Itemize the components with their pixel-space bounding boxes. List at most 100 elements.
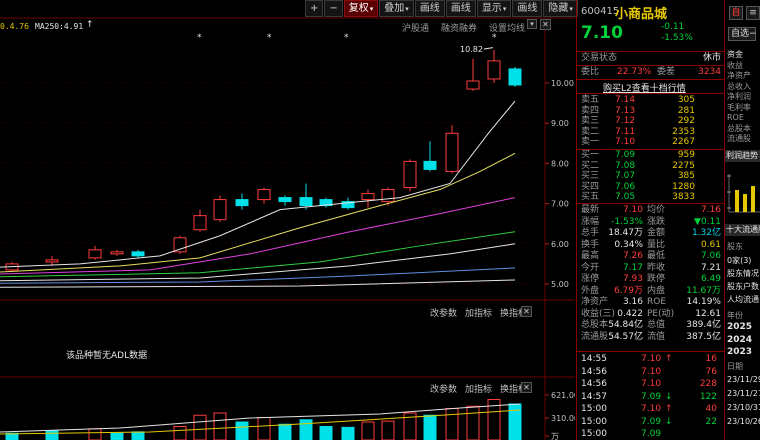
order-level-label: 卖一 (581, 137, 600, 148)
draw-line-button-2[interactable]: 画线 (445, 0, 476, 17)
adjust-rights-button[interactable]: 复权▾ (343, 0, 379, 17)
tick-row: 15:00 7.09 ↓ 22 (577, 417, 725, 428)
adl-panel-toolbar: 改参数 加指标 换指标 (430, 306, 527, 319)
financial-tab[interactable]: 资金 (727, 50, 760, 61)
financial-tab[interactable]: 总收入 (727, 82, 760, 93)
volume-bar (319, 426, 333, 440)
stat-label: 昨收 (647, 262, 666, 273)
profit-trend-header[interactable]: 利润趋势 (725, 150, 760, 162)
toolbar-button-label: 画线 (419, 3, 440, 14)
buy-order-row[interactable]: 买二 7.08 2275 (577, 161, 725, 172)
shareholder-info-link[interactable]: 股东情况 (727, 268, 759, 279)
volume-bar (508, 403, 522, 440)
avg-float-link[interactable]: 人均流通 (727, 294, 759, 305)
adl-edit-params-button[interactable]: 改参数 (430, 306, 457, 319)
adl-panel-close-icon[interactable]: ✕ (521, 306, 532, 317)
stat-value: 14.19% (686, 297, 721, 307)
volume-bar (381, 420, 395, 440)
candle-body (257, 189, 271, 201)
adl-no-data-message: 该品种暂无ADL数据 (66, 351, 148, 361)
draw-line-button[interactable]: 画线 (414, 0, 445, 17)
sell-order-row[interactable]: 卖一 7.10 2267 (577, 137, 725, 148)
financial-tab[interactable]: 净资产 (727, 71, 760, 82)
stat-value: 54.84亿 (608, 320, 643, 330)
hk-connect-link[interactable]: 沪股通 (402, 21, 429, 34)
chart-sub-links: 沪股通 融资融券 设置均线 (402, 21, 525, 34)
sell-order-row[interactable]: 卖四 7.13 281 (577, 106, 725, 117)
ma-settings-dropdown-icon[interactable]: ▾ (527, 19, 537, 29)
quote-panel: 600415 小商品城 7.10 -0.11 -1.53% 交易状态 休市 委比… (576, 0, 725, 440)
financial-tab[interactable]: 净利润 (727, 92, 760, 103)
overlay-button[interactable]: 叠加▾ (379, 0, 414, 17)
stats-table: 最新 7.10 均价 7.16 涨幅 -1.53% 涨跌 ▼0.11 总手 18.47万 金额 1.3… (577, 205, 725, 345)
stat-label: 金额 (647, 228, 666, 238)
zoom-out-button[interactable]: − (324, 0, 343, 17)
top10-holders-header[interactable]: 十大流通股 (725, 224, 760, 236)
sell-order-row[interactable]: 卖五 7.14 305 (577, 95, 725, 106)
tick-time: 14:56 (581, 379, 607, 389)
stat-label: 流值 (647, 331, 666, 342)
close-icon[interactable]: ✕ (540, 19, 551, 30)
year-item[interactable]: 2025 (727, 322, 752, 335)
order-diff-value: 3234 (698, 67, 721, 77)
date-item[interactable]: 23/11/29 (727, 375, 760, 389)
price-tick-label: 6.00 (551, 240, 569, 249)
year-list: 2025 2024 2023 (727, 322, 752, 360)
trade-status-value: 休市 (702, 53, 721, 63)
ma-settings-link[interactable]: 设置均线 (489, 21, 525, 34)
stat-value: 7.17 (622, 262, 643, 273)
buy-order-row[interactable]: 买三 7.07 385 (577, 171, 725, 182)
candle-body (423, 160, 437, 170)
shareholder-count-link[interactable]: 股东户数 (727, 281, 759, 292)
buy-order-row[interactable]: 买一 7.09 959 (577, 150, 725, 161)
buy-order-row[interactable]: 买四 7.06 1280 (577, 182, 725, 193)
sell-order-row[interactable]: 卖二 7.11 2353 (577, 127, 725, 138)
order-price: 7.08 (615, 160, 636, 171)
order-level-label: 卖五 (581, 95, 600, 105)
volume-panel-close-icon[interactable]: ✕ (521, 382, 532, 393)
year-item[interactable]: 2023 (727, 347, 752, 360)
stats-row: 流通股 54.57亿 流值 387.5亿 (577, 332, 725, 343)
kline-chart[interactable]: 10.00 9.00 8.00 7.00 6.00 5.00 10.82 * * * * 621.00… (0, 0, 579, 440)
date-item[interactable]: 23/11/27 (727, 389, 760, 403)
stat-value: -1.53% (611, 216, 643, 227)
margin-trading-link[interactable]: 融资融券 (441, 21, 477, 34)
tick-price: 7.10 (641, 379, 662, 389)
tick-time: 14:55 (581, 354, 607, 364)
chart-toolbar: + − 复权▾ 叠加▾ 画线 画线 显示▾ 画线 隐藏▾ (305, 0, 578, 20)
kline-chart-area[interactable]: 10.00 9.00 8.00 7.00 6.00 5.00 10.82 * * * * 621.00… (0, 0, 579, 440)
price-tick-label: 9.00 (551, 119, 569, 128)
financial-tab[interactable]: 流通股 (727, 134, 760, 145)
draw-line-button-3[interactable]: 画线 (512, 0, 543, 17)
vol-add-indicator-button[interactable]: 加指标 (465, 382, 492, 395)
ma250-label: MA250:4.91 (35, 22, 84, 31)
hide-button[interactable]: 隐藏▾ (543, 0, 578, 17)
event-marker-icon: * (344, 33, 349, 43)
adl-add-indicator-button[interactable]: 加指标 (465, 306, 492, 319)
tick-list[interactable]: 14:55 7.10 ↑ 16 14:56 7.10 76 14:56 7.10 228 14:57… (577, 354, 725, 440)
date-item[interactable]: 23/10/31 (727, 403, 760, 417)
moving-average-line (0, 197, 516, 275)
order-price: 7.05 (615, 192, 636, 203)
year-item[interactable]: 2024 (727, 335, 752, 348)
toolbar-button-label: 画线 (450, 3, 471, 14)
financial-tab[interactable]: 毛利率 (727, 103, 760, 114)
financial-tab[interactable]: ROE (727, 113, 760, 124)
financial-tab[interactable]: 收益 (727, 61, 760, 72)
date-item[interactable]: 23/10/26 (727, 417, 760, 431)
tick-price: 7.09 (641, 391, 662, 402)
display-button[interactable]: 显示▾ (476, 0, 512, 17)
candle-body (299, 197, 313, 207)
financial-tab[interactable]: 总股本 (727, 124, 760, 135)
stats-row: 净资产 3.16 ROE 14.19% (577, 297, 725, 308)
stat-label: 最高 (581, 251, 600, 261)
buy-order-row[interactable]: 买五 7.05 3833 (577, 192, 725, 203)
order-price: 7.10 (615, 137, 636, 148)
stats-row: 换手 0.34% 量比 0.61 (577, 240, 725, 251)
financial-tabs: 资金 收益 净资产 总收入 净利润 毛利率 ROE 总股本 流通股 (727, 50, 760, 145)
stats-row: 今开 7.17 昨收 7.21 (577, 263, 725, 274)
vol-edit-params-button[interactable]: 改参数 (430, 382, 457, 395)
candle-body (487, 60, 501, 80)
sell-order-row[interactable]: 卖三 7.12 292 (577, 116, 725, 127)
zoom-in-button[interactable]: + (305, 0, 324, 17)
